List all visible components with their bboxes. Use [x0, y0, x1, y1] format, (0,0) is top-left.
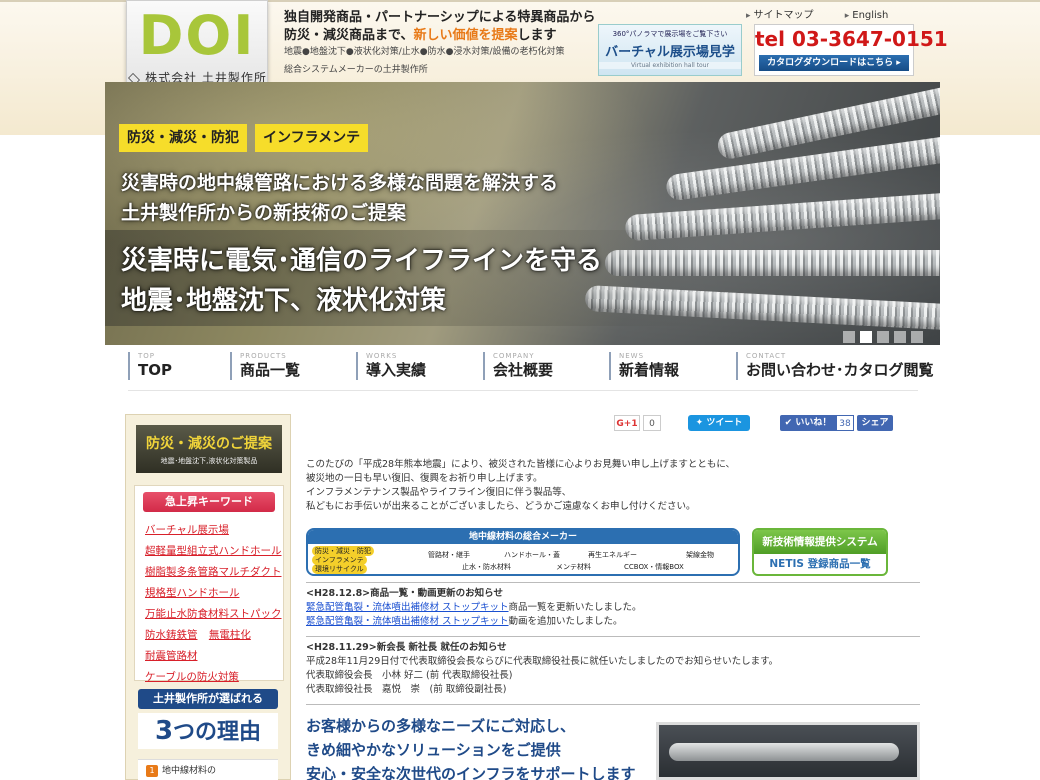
materials-tag: メンテ材料	[556, 563, 591, 571]
news-divider	[306, 582, 920, 583]
keyword-link[interactable]: 耐震管路材	[145, 650, 198, 662]
logo-wordmark: DOI	[138, 4, 256, 67]
feature-copy: お客様からの多様なニーズにご対応し、 きめ細やかなソリューションをご提供 安心・…	[306, 717, 636, 780]
english-link[interactable]: ▸ English	[845, 10, 903, 21]
virtual-exhibition-banner[interactable]: 360°パノラマで展示場をご覧下さい バーチャル展示場見学 Virtual ex…	[598, 24, 742, 76]
netis-banner[interactable]: 新技術情報提供システム NETIS 登録商品一覧	[752, 528, 888, 576]
trending-keywords-title: 急上昇キーワード	[143, 492, 275, 512]
hero-badge-disaster: 防災・減災・防犯	[119, 124, 247, 152]
reasons-heading: 土井製作所が選ばれる	[138, 689, 278, 709]
vr-banner-caption: 360°パノラマで展示場をご覧下さい	[612, 30, 728, 38]
materials-tag: ハンドホール・蓋	[504, 551, 560, 559]
twitter-bird-icon: ✦	[695, 418, 707, 428]
keyword-list: バーチャル展示場 超軽量型組立式ハンドホール 樹脂製多条管路マルチダクト 規格型…	[145, 520, 282, 688]
nav-contact[interactable]: CONTACT お問い合わせ･カタログ閲覧	[736, 352, 934, 380]
sitemap-link[interactable]: ▸ サイトマップ	[746, 10, 828, 21]
sidebar: 防災・減災のご提案 地震･地盤沈下,液状化対策製品 急上昇キーワード バーチャル…	[125, 414, 291, 780]
slider-dot[interactable]	[843, 331, 855, 343]
top-links: ▸ サイトマップ ▸ English	[746, 6, 916, 21]
keyword-link[interactable]: 規格型ハンドホール	[145, 587, 240, 599]
nav-company[interactable]: COMPANY 会社概要	[483, 352, 553, 380]
materials-tag: 再生エネルギー	[588, 551, 637, 559]
main-nav: TOP TOP PRODUCTS 商品一覧 WORKS 導入実績 COMPANY 会社概…	[128, 352, 934, 382]
chevron-right-icon: ▸	[746, 11, 751, 21]
hero-headline-2: 土井製作所からの新技術のご提案	[121, 202, 407, 224]
materials-tag: 管路材・継手	[428, 551, 470, 559]
phone-number[interactable]: tel 03-3647-0151	[755, 27, 948, 51]
nav-news[interactable]: NEWS 新着情報	[609, 352, 679, 380]
hero-headline-4: 地震･地盤沈下、液状化対策	[121, 286, 447, 316]
feature-image	[656, 722, 920, 780]
news-item-1: <H28.12.8>商品一覧・動画更新のお知らせ 緊急配管亀裂・流体噴出補修材 …	[306, 588, 642, 627]
header-tagline-2: 防災・減災商品まで、新しい価値を提案します	[284, 28, 557, 43]
news-body: 代表取締役会長 小林 好二 (前 代表取締役社長)	[306, 670, 513, 681]
hero-slider[interactable]: 防災・減災・防犯 インフラメンテ 災害時の地中線管路における多様な問題を解決する…	[105, 82, 940, 345]
trending-keywords: 急上昇キーワード バーチャル展示場 超軽量型組立式ハンドホール 樹脂製多条管路マ…	[134, 485, 284, 683]
news-title: <H28.11.29>新会長 新社長 就任のお知らせ	[306, 642, 507, 653]
facebook-like-button[interactable]: ✔ いいね！	[780, 415, 836, 431]
news-body: 代表取締役社長 嘉悦 崇 (前 取締役副社長)	[306, 684, 507, 695]
keyword-link[interactable]: 超軽量型組立式ハンドホール	[145, 545, 282, 557]
slider-dots	[843, 328, 928, 345]
hero-headline-3: 災害時に電気･通信のライフラインを守る	[121, 246, 603, 276]
news-divider	[306, 636, 920, 637]
keyword-link[interactable]: 万能止水防食材料ストパック	[145, 608, 282, 620]
nav-divider	[128, 390, 918, 391]
tweet-button[interactable]: ✦ ツイート	[688, 415, 750, 431]
catalog-download-button[interactable]: カタログダウンロードはこちら ▸	[759, 55, 909, 71]
nav-works[interactable]: WORKS 導入実績	[356, 352, 426, 380]
like-count: 38	[836, 415, 854, 431]
materials-tag: CCBOX・情報BOX	[624, 563, 684, 571]
nav-products[interactable]: PRODUCTS 商品一覧	[230, 352, 300, 380]
google-plus-button[interactable]: G+1	[614, 415, 640, 431]
materials-banner-title: 地中線材料の総合メーカー	[308, 530, 738, 544]
news-title: <H28.12.8>商品一覧・動画更新のお知らせ	[306, 588, 503, 599]
keyword-link[interactable]: 樹脂製多条管路マルチダクト	[145, 566, 282, 578]
reason-item-1[interactable]: 1 地中線材料の	[138, 759, 278, 780]
vr-banner-english: Virtual exhibition hall tour	[599, 62, 741, 69]
sidebar-disaster-banner[interactable]: 防災・減災のご提案 地震･地盤沈下,液状化対策製品	[136, 425, 282, 473]
header-tagline-1: 独自開発商品・パートナーシップによる特異商品から	[284, 10, 596, 25]
hero-badge-infra: インフラメンテ	[255, 124, 369, 152]
slider-dot-active[interactable]	[860, 331, 872, 343]
keyword-link[interactable]: ケーブルの防火対策	[145, 671, 239, 683]
header-tagline-3: 地震●地盤沈下●液状化対策/止水●防水●浸水対策/設備の老朽化対策	[284, 47, 565, 57]
chevron-right-icon: ▸	[844, 11, 850, 21]
keyword-link[interactable]: 防水鋳鉄管	[145, 629, 198, 641]
slider-dot[interactable]	[911, 331, 923, 343]
netis-subtitle: NETIS 登録商品一覧	[769, 558, 871, 570]
vr-banner-title: バーチャル展示場見学	[605, 45, 735, 60]
materials-tag: 架線金物	[686, 551, 714, 559]
contact-box: tel 03-3647-0151 カタログダウンロードはこちら ▸	[754, 24, 948, 76]
news-divider	[306, 704, 920, 705]
header-tagline-4: 総合システムメーカーの土井製作所	[284, 65, 428, 75]
keyword-link[interactable]: 無電柱化	[209, 629, 251, 641]
page: DOI 株式会社 土井製作所 独自開発商品・パートナーシップによる特異商品から …	[0, 0, 1040, 780]
news-link[interactable]: 緊急配管亀裂・流体噴出補修材 ストップキット	[306, 602, 509, 613]
nav-top[interactable]: TOP TOP	[128, 352, 172, 380]
hero-headline-1: 災害時の地中線管路における多様な問題を解決する	[121, 172, 559, 194]
google-plus-count: 0	[643, 415, 661, 431]
slider-dot[interactable]	[894, 331, 906, 343]
materials-tag: 止水・防水材料	[462, 563, 511, 571]
news-body: 平成28年11月29日付で代表取締役会長ならびに代表取締役社長に就任いたしました…	[306, 656, 779, 667]
news-link[interactable]: 緊急配管亀裂・流体噴出補修材 ストップキット	[306, 616, 509, 627]
keyword-link[interactable]: バーチャル展示場	[145, 524, 229, 536]
sympathy-message: このたびの「平成28年熊本地震」により、被災された皆様に心よりお見舞い申し上げま…	[306, 459, 736, 512]
news-item-2: <H28.11.29>新会長 新社長 就任のお知らせ 平成28年11月29日付で…	[306, 641, 778, 697]
slider-dot[interactable]	[877, 331, 889, 343]
thumbs-up-icon: ✔	[784, 418, 796, 428]
materials-maker-banner[interactable]: 地中線材料の総合メーカー 防災・減災・防犯 インフラメンテ 環境リサイクル 管路…	[306, 528, 740, 576]
facebook-share-button[interactable]: シェア	[857, 415, 893, 431]
netis-title: 新技術情報提供システム	[754, 530, 886, 554]
reasons-banner[interactable]: 3つの理由	[138, 713, 278, 749]
materials-tag: 環境リサイクル	[312, 564, 367, 574]
